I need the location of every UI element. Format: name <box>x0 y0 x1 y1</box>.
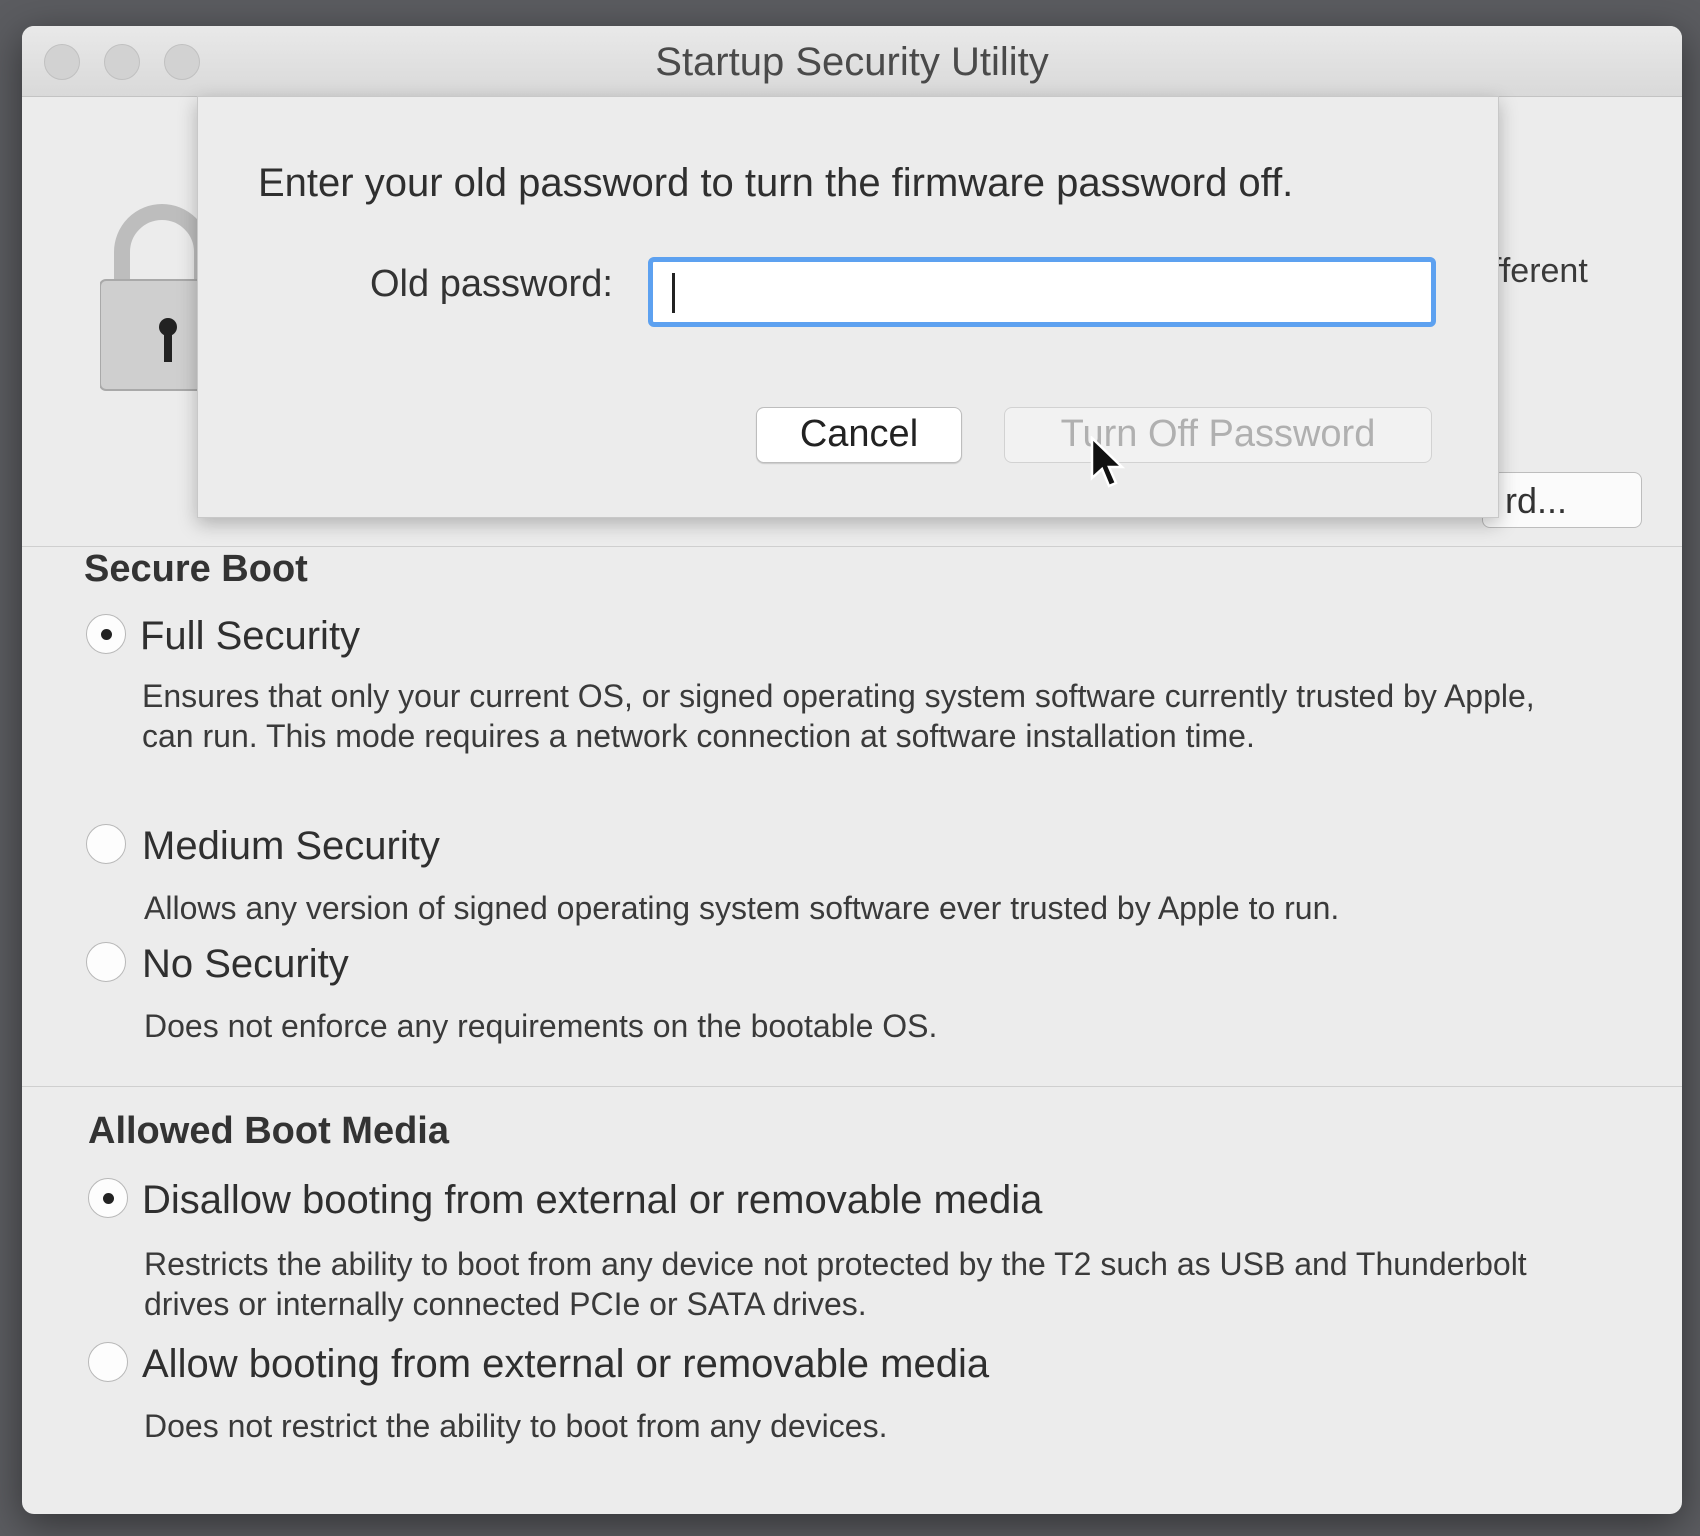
radio-medium-security[interactable] <box>86 824 126 864</box>
allow-external-boot-label[interactable]: Allow booting from external or removable… <box>142 1342 989 1387</box>
radio-no-security[interactable] <box>86 942 126 982</box>
cancel-button[interactable]: Cancel <box>756 407 962 463</box>
allowed-boot-media-title: Allowed Boot Media <box>88 1110 449 1152</box>
radio-disallow-external-boot[interactable] <box>88 1178 128 1218</box>
title-bar[interactable]: Startup Security Utility <box>22 26 1682 97</box>
section-divider <box>22 1086 1682 1087</box>
change-password-button-partial[interactable]: rd... <box>1482 472 1642 528</box>
window-title: Startup Security Utility <box>655 40 1049 84</box>
mouse-pointer-icon <box>1090 436 1126 488</box>
description-text-partial: fferent <box>1492 252 1588 290</box>
medium-security-description: Allows any version of signed operating s… <box>144 890 1340 926</box>
secure-boot-title: Secure Boot <box>84 548 308 590</box>
old-password-field[interactable] <box>648 257 1436 327</box>
no-security-description: Does not enforce any requirements on the… <box>144 1008 938 1044</box>
medium-security-label[interactable]: Medium Security <box>142 824 440 869</box>
radio-full-security[interactable] <box>86 614 126 654</box>
sheet-message: Enter your old password to turn the firm… <box>258 161 1294 205</box>
full-security-label[interactable]: Full Security <box>140 614 360 659</box>
no-security-label[interactable]: No Security <box>142 942 349 987</box>
old-password-label: Old password: <box>370 263 613 305</box>
disallow-external-boot-label[interactable]: Disallow booting from external or remova… <box>142 1178 1042 1223</box>
turn-off-password-sheet: Enter your old password to turn the firm… <box>197 96 1499 518</box>
startup-security-window: Startup Security Utility fferent rd... E… <box>22 26 1682 1514</box>
turn-off-password-button[interactable]: Turn Off Password <box>1004 407 1432 463</box>
radio-allow-external-boot[interactable] <box>88 1342 128 1382</box>
full-security-description: Ensures that only your current OS, or si… <box>142 678 1535 754</box>
text-caret <box>672 273 675 313</box>
disallow-external-boot-description: Restricts the ability to boot from any d… <box>144 1246 1527 1322</box>
allow-external-boot-description: Does not restrict the ability to boot fr… <box>144 1408 888 1444</box>
